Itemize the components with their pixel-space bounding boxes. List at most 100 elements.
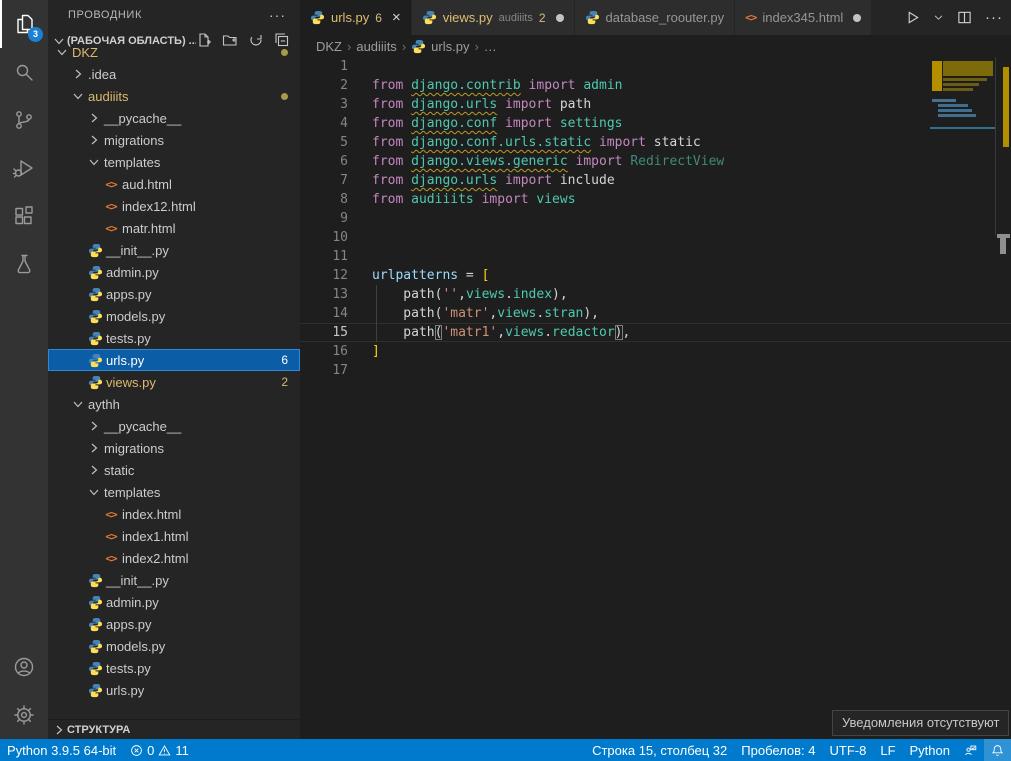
code-line-16[interactable]: 16] [300, 342, 1011, 361]
tree-item-urls-py[interactable]: urls.py6 [48, 349, 300, 371]
line-number[interactable]: 7 [300, 171, 348, 190]
breadcrumb-item[interactable]: audiiits [356, 39, 396, 54]
language-mode-status[interactable]: Python [903, 739, 957, 761]
tree-item-matr-html[interactable]: <>matr.html [48, 217, 300, 239]
tree-item-tests-py[interactable]: tests.py [48, 327, 300, 349]
tree-item-admin-py[interactable]: admin.py [48, 261, 300, 283]
line-number[interactable]: 5 [300, 133, 348, 152]
problems-status[interactable]: 011 [123, 739, 196, 761]
notifications-bell-icon[interactable] [984, 739, 1011, 761]
tree-item-tests-py[interactable]: tests.py [48, 657, 300, 679]
breadcrumb-item[interactable]: DKZ [316, 39, 342, 54]
line-number[interactable]: 15 [300, 323, 348, 342]
line-number[interactable]: 10 [300, 228, 348, 247]
search-icon[interactable] [0, 48, 48, 96]
line-number[interactable]: 13 [300, 285, 348, 304]
cursor-position-status[interactable]: Строка 15, столбец 32 [585, 739, 734, 761]
tree-item-migrations[interactable]: migrations [48, 129, 300, 151]
code-line-13[interactable]: 13 path('',views.index), [300, 285, 1011, 304]
tree-item-templates[interactable]: templates [48, 151, 300, 173]
code-line-14[interactable]: 14 path('matr',views.stran), [300, 304, 1011, 323]
breadcrumb-item[interactable]: … [484, 39, 497, 54]
code-line-10[interactable]: 10 [300, 228, 1011, 247]
tree-item--idea[interactable]: .idea [48, 63, 300, 85]
indentation-status[interactable]: Пробелов: 4 [734, 739, 822, 761]
code-editor[interactable]: 12from django.contrib import admin3from … [300, 57, 1011, 739]
dirty-indicator-icon[interactable] [556, 14, 564, 22]
breadcrumb-item[interactable]: urls.py [431, 39, 469, 54]
line-number[interactable]: 9 [300, 209, 348, 228]
split-editor-icon[interactable] [957, 10, 972, 25]
tree-item-static[interactable]: static [48, 459, 300, 481]
code-line-9[interactable]: 9 [300, 209, 1011, 228]
tab-index345-html[interactable]: <>index345.html [735, 0, 871, 35]
line-number[interactable]: 1 [300, 57, 348, 76]
code-line-3[interactable]: 3from django.urls import path [300, 95, 1011, 114]
code-line-5[interactable]: 5from django.conf.urls.static import sta… [300, 133, 1011, 152]
tree-item-index12-html[interactable]: <>index12.html [48, 195, 300, 217]
line-number[interactable]: 12 [300, 266, 348, 285]
line-number[interactable]: 4 [300, 114, 348, 133]
tree-item-DKZ[interactable]: DKZ [48, 41, 300, 63]
code-line-2[interactable]: 2from django.contrib import admin [300, 76, 1011, 95]
source-control-icon[interactable] [0, 96, 48, 144]
tree-item-models-py[interactable]: models.py [48, 305, 300, 327]
code-line-11[interactable]: 11 [300, 247, 1011, 266]
tree-item-aud-html[interactable]: <>aud.html [48, 173, 300, 195]
tree-item-urls-py[interactable]: urls.py [48, 679, 300, 698]
outline-section-header[interactable]: СТРУКТУРА [48, 719, 300, 739]
line-number[interactable]: 2 [300, 76, 348, 95]
tree-item-apps-py[interactable]: apps.py [48, 283, 300, 305]
explorer-icon[interactable]: 3 [0, 0, 48, 48]
code-line-12[interactable]: 12urlpatterns = [ [300, 266, 1011, 285]
tree-item-audiiits[interactable]: audiiits [48, 85, 300, 107]
tree-item--init-py[interactable]: __init__.py [48, 239, 300, 261]
code-line-6[interactable]: 6from django.views.generic import Redire… [300, 152, 1011, 171]
tab-views-py[interactable]: views.pyaudiiits2 [412, 0, 574, 35]
code-line-17[interactable]: 17 [300, 361, 1011, 380]
code-line-1[interactable]: 1 [300, 57, 1011, 76]
tree-item-models-py[interactable]: models.py [48, 635, 300, 657]
dirty-indicator-icon[interactable] [853, 14, 861, 22]
run-dropdown-icon[interactable] [933, 12, 944, 23]
tree-item-admin-py[interactable]: admin.py [48, 591, 300, 613]
line-number[interactable]: 6 [300, 152, 348, 171]
tree-item-index2-html[interactable]: <>index2.html [48, 547, 300, 569]
code-line-8[interactable]: 8from audiiits import views [300, 190, 1011, 209]
tree-item-aythh[interactable]: aythh [48, 393, 300, 415]
tree-item--pycache-[interactable]: __pycache__ [48, 107, 300, 129]
testing-icon[interactable] [0, 240, 48, 288]
tree-item-views-py[interactable]: views.py2 [48, 371, 300, 393]
account-icon[interactable] [0, 643, 48, 691]
line-number[interactable]: 17 [300, 361, 348, 380]
line-number[interactable]: 16 [300, 342, 348, 361]
tree-item--init-py[interactable]: __init__.py [48, 569, 300, 591]
line-number[interactable]: 11 [300, 247, 348, 266]
run-icon[interactable] [905, 10, 920, 25]
python-interpreter-status[interactable]: Python 3.9.5 64-bit [0, 739, 123, 761]
extensions-icon[interactable] [0, 192, 48, 240]
tree-item-migrations[interactable]: migrations [48, 437, 300, 459]
feedback-icon[interactable] [957, 739, 984, 761]
eol-status[interactable]: LF [873, 739, 902, 761]
tree-item-index1-html[interactable]: <>index1.html [48, 525, 300, 547]
encoding-status[interactable]: UTF-8 [823, 739, 874, 761]
tab-database-roouter-py[interactable]: database_roouter.py [575, 0, 735, 35]
close-icon[interactable]: × [392, 10, 401, 25]
tab-urls-py[interactable]: urls.py6× [300, 0, 411, 35]
code-line-7[interactable]: 7from django.urls import include [300, 171, 1011, 190]
tree-item-templates[interactable]: templates [48, 481, 300, 503]
line-number[interactable]: 14 [300, 304, 348, 323]
explorer-more-actions-icon[interactable]: ··· [269, 7, 286, 23]
code-line-15[interactable]: 15 path('matr1',views.redactor), [300, 323, 1011, 342]
run-debug-icon[interactable] [0, 144, 48, 192]
settings-icon[interactable] [0, 691, 48, 739]
tree-item--pycache-[interactable]: __pycache__ [48, 415, 300, 437]
scrollbar[interactable] [995, 57, 996, 235]
line-number[interactable]: 8 [300, 190, 348, 209]
code-line-4[interactable]: 4from django.conf import settings [300, 114, 1011, 133]
tree-item-index-html[interactable]: <>index.html [48, 503, 300, 525]
minimap[interactable] [930, 57, 996, 177]
more-actions-icon[interactable]: ··· [985, 9, 1003, 26]
line-number[interactable]: 3 [300, 95, 348, 114]
